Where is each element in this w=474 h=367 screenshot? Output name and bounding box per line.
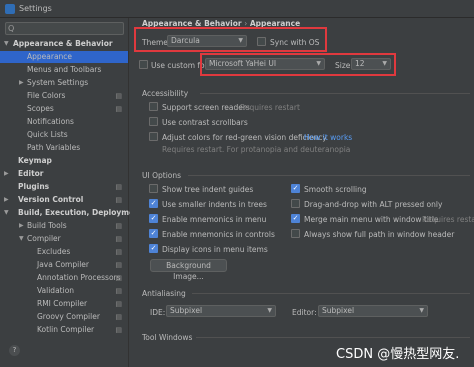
title-bar: Settings: [0, 0, 474, 18]
background-image-button[interactable]: Background Image...: [150, 259, 227, 281]
chevron-right-icon[interactable]: ▶: [19, 220, 24, 232]
sidebar-item-notifications[interactable]: Notifications: [0, 116, 128, 128]
mnemonics-menu-checkbox[interactable]: ✓: [149, 214, 158, 223]
screen-readers-label: Support screen readers: [162, 103, 250, 112]
project-settings-icon: ▤: [115, 196, 122, 204]
tree-indent-checkbox[interactable]: [149, 184, 158, 193]
search-icon: Q: [8, 24, 15, 33]
section-divider: [192, 293, 470, 294]
merge-menu-checkbox[interactable]: ✓: [291, 214, 300, 223]
tool-windows-section-title: Tool Windows: [142, 333, 193, 342]
tree-indent-label: Show tree indent guides: [162, 185, 254, 194]
sidebar-item-build-tools[interactable]: ▶ Build Tools ▤: [0, 220, 128, 232]
ui-options-section-title: UI Options: [142, 171, 182, 180]
editor-antialiasing-label: Editor:: [292, 308, 317, 317]
sidebar-item-appearance-behavior[interactable]: ▼ Appearance & Behavior: [0, 38, 128, 50]
sidebar-item-path-variables[interactable]: Path Variables: [0, 142, 128, 154]
sidebar-item-version-control[interactable]: ▶ Version Control ▤: [0, 194, 128, 206]
sidebar-item-plugins[interactable]: Plugins ▤: [0, 181, 128, 193]
app-logo-icon: [5, 4, 15, 14]
sidebar-item-annotation-processors[interactable]: Annotation Processors ▤: [0, 272, 128, 284]
chevron-down-icon: ▼: [419, 307, 424, 314]
project-settings-icon: ▤: [115, 274, 122, 282]
mnemonics-controls-label: Enable mnemonics in controls: [162, 230, 275, 239]
chevron-down-icon: ▼: [267, 307, 272, 314]
project-settings-icon: ▤: [115, 287, 122, 295]
smooth-scrolling-label: Smooth scrolling: [304, 185, 367, 194]
help-icon[interactable]: ?: [9, 345, 20, 356]
project-settings-icon: ▤: [115, 261, 122, 269]
project-settings-icon: ▤: [115, 326, 122, 334]
sidebar-item-quick-lists[interactable]: Quick Lists: [0, 129, 128, 141]
chevron-right-icon[interactable]: ▶: [4, 168, 9, 180]
chevron-down-icon[interactable]: ▼: [4, 38, 9, 50]
project-settings-icon: ▤: [115, 92, 122, 100]
watermark: CSDN @慢热型网友.: [336, 347, 460, 362]
project-settings-icon: ▤: [115, 105, 122, 113]
red-green-note: Requires restart. For protanopia and deu…: [162, 145, 351, 154]
ide-antialiasing-label: IDE:: [150, 308, 166, 317]
sidebar-item-appearance[interactable]: Appearance: [0, 51, 128, 63]
use-custom-font-checkbox[interactable]: [139, 60, 148, 69]
project-settings-icon: ▤: [115, 235, 122, 243]
drag-drop-label: Drag-and-drop with ALT pressed only: [304, 200, 443, 209]
how-it-works-link[interactable]: How it works: [304, 133, 352, 142]
project-settings-icon: ▤: [115, 300, 122, 308]
sidebar-item-file-colors[interactable]: File Colors ▤: [0, 90, 128, 102]
sidebar-item-excludes[interactable]: Excludes ▤: [0, 246, 128, 258]
contrast-scrollbars-label: Use contrast scrollbars: [162, 118, 248, 127]
settings-sidebar: Q ▼ Appearance & Behavior Appearance Men…: [0, 18, 143, 367]
chevron-down-icon[interactable]: ▼: [4, 207, 9, 219]
drag-drop-checkbox[interactable]: [291, 199, 300, 208]
sidebar-item-groovy-compiler[interactable]: Groovy Compiler ▤: [0, 311, 128, 323]
project-settings-icon: ▤: [115, 183, 122, 191]
smaller-indents-checkbox[interactable]: ✓: [149, 199, 158, 208]
sidebar-item-validation[interactable]: Validation ▤: [0, 285, 128, 297]
sidebar-item-keymap[interactable]: Keymap: [0, 155, 128, 167]
highlight-box-theme: [134, 27, 327, 52]
highlight-box-font: [200, 53, 396, 76]
smooth-scrolling-checkbox[interactable]: ✓: [291, 184, 300, 193]
sidebar-item-system-settings[interactable]: ▶ System Settings: [0, 77, 128, 89]
sidebar-item-editor[interactable]: ▶ Editor: [0, 168, 128, 180]
screen-readers-checkbox[interactable]: [149, 102, 158, 111]
sidebar-item-kotlin-compiler[interactable]: Kotlin Compiler ▤: [0, 324, 128, 336]
merge-menu-label: Merge main menu with window title: [304, 215, 439, 224]
smaller-indents-label: Use smaller indents in trees: [162, 200, 267, 209]
chevron-right-icon[interactable]: ▶: [4, 194, 9, 206]
project-settings-icon: ▤: [115, 248, 122, 256]
icons-menu-checkbox[interactable]: ✓: [149, 244, 158, 253]
window-title: Settings: [19, 4, 52, 13]
sidebar-item-compiler[interactable]: ▼ Compiler ▤: [0, 233, 128, 245]
project-settings-icon: ▤: [115, 313, 122, 321]
full-path-checkbox[interactable]: [291, 229, 300, 238]
mnemonics-menu-label: Enable mnemonics in menu: [162, 215, 267, 224]
section-divider: [188, 175, 470, 176]
merge-requires-restart-note: Requires restart: [422, 215, 474, 224]
full-path-label: Always show full path in window header: [304, 230, 455, 239]
red-green-checkbox[interactable]: [149, 132, 158, 141]
ide-antialiasing-select[interactable]: Subpixel ▼: [166, 305, 276, 317]
icons-menu-label: Display icons in menu items: [162, 245, 268, 254]
project-settings-icon: ▤: [115, 222, 122, 230]
chevron-right-icon[interactable]: ▶: [19, 77, 24, 89]
sidebar-item-rmi-compiler[interactable]: RMI Compiler ▤: [0, 298, 128, 310]
accessibility-section-title: Accessibility: [142, 89, 189, 98]
contrast-scrollbars-checkbox[interactable]: [149, 117, 158, 126]
antialiasing-section-title: Antialiasing: [142, 289, 186, 298]
sidebar-item-java-compiler[interactable]: Java Compiler ▤: [0, 259, 128, 271]
chevron-down-icon[interactable]: ▼: [19, 233, 24, 245]
red-green-label: Adjust colors for red-green vision defic…: [162, 133, 327, 142]
editor-antialiasing-select[interactable]: Subpixel ▼: [318, 305, 428, 317]
section-divider: [200, 93, 470, 94]
settings-search-input[interactable]: Q: [5, 22, 124, 35]
sidebar-item-scopes[interactable]: Scopes ▤: [0, 103, 128, 115]
requires-restart-note: Requires restart: [240, 103, 300, 112]
mnemonics-controls-checkbox[interactable]: ✓: [149, 229, 158, 238]
section-divider: [196, 337, 470, 338]
sidebar-item-menus-toolbars[interactable]: Menus and Toolbars: [0, 64, 128, 76]
sidebar-item-build-execution-deployment[interactable]: ▼ Build, Execution, Deployment: [0, 207, 143, 219]
